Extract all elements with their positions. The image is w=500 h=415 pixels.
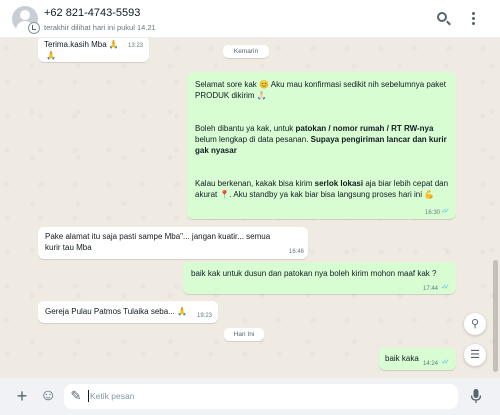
menu-dot — [472, 22, 475, 25]
message-list[interactable]: Terima.kasih Mba 🙏 13:23 🙏 Kemarin Selam… — [0, 38, 500, 378]
day-separator: Hari Ini — [224, 328, 264, 341]
message-input-placeholder[interactable]: Ketik pesan — [90, 391, 134, 401]
message-time: 14:24 — [423, 361, 439, 367]
text-caret — [88, 390, 89, 402]
read-ticks-icon: ✓✓ — [441, 208, 450, 215]
message-paragraph: Kalau berkenan, kakak bisa kirim serlok … — [195, 178, 451, 200]
mic-icon[interactable] — [468, 388, 484, 404]
menu-dot — [472, 17, 475, 20]
status-badge-icon — [28, 22, 40, 34]
message-time: 19:23 — [197, 313, 213, 319]
composer-bar: + ☺ ✎ Ketik pesan — [0, 378, 500, 415]
message-text: Gereja Pulau Patmos Tulaika seba... 🙏 — [45, 307, 188, 316]
last-seen-status: terakhir dilihat hari ini pukul 14.21 — [44, 23, 156, 32]
menu-dot — [472, 12, 475, 15]
message-time: 16:30 — [425, 210, 441, 216]
contact-name[interactable]: +62 821-4743-5593 — [44, 7, 140, 19]
message-text: baik kak untuk dusun dan patokan nya bol… — [191, 269, 437, 278]
message-incoming[interactable]: Gereja Pulau Patmos Tulaika seba... 🙏 19… — [38, 301, 218, 323]
message-text: Pake alamat itu saja pasti sampe Mba"...… — [45, 232, 271, 252]
scrollbar[interactable] — [493, 260, 498, 372]
message-paragraph: Selamat sore kak 😊 Aku mau konfirmasi se… — [195, 80, 446, 100]
pray-emoji: 🙏 — [46, 51, 56, 60]
sticker-icon[interactable]: ✎ — [68, 388, 84, 404]
menu-icon[interactable] — [466, 11, 482, 27]
search-handle — [446, 20, 451, 26]
message-text: belum lengkap di data pesanan. — [195, 135, 311, 144]
message-bold-text: patokan / nomor rumah / RT RW-nya — [295, 124, 434, 133]
message-bold-text: serlok lokasi — [314, 179, 364, 188]
message-incoming[interactable]: Terima.kasih Mba 🙏 13:23 🙏 — [38, 38, 149, 62]
day-separator: Kemarin — [223, 45, 269, 58]
message-time: 16:46 — [289, 249, 305, 255]
avatar-head — [20, 10, 30, 20]
message-outgoing[interactable]: baik kaka 14:24 ✓✓ — [379, 348, 456, 370]
plus-icon[interactable]: + — [14, 387, 30, 405]
message-outgoing[interactable]: baik kak untuk dusun dan patokan nya bol… — [183, 262, 456, 294]
read-ticks-icon: ✓✓ — [441, 284, 450, 291]
chat-header[interactable]: +62 821-4743-5593 terakhir dilihat hari … — [0, 0, 500, 38]
message-paragraph: Boleh dibantu ya kak, untuk patokan / no… — [195, 123, 451, 156]
message-text: Kalau berkenan, kakak bisa kirim — [195, 179, 315, 188]
scroll-to-bottom-icon[interactable]: ☰ — [464, 344, 486, 366]
message-text: Boleh dibantu ya kak, untuk — [195, 124, 296, 133]
read-ticks-icon: ✓✓ — [441, 359, 450, 366]
message-time: 17:44 — [423, 286, 439, 292]
message-text: Terima.kasih Mba 🙏 — [44, 40, 119, 49]
emoji-icon[interactable]: ☺ — [40, 388, 56, 404]
message-incoming[interactable]: Pake alamat itu saja pasti sampe Mba"...… — [38, 227, 308, 259]
message-text: baik kaka — [385, 354, 419, 363]
message-outgoing[interactable]: Selamat sore kak 😊 Aku mau konfirmasi se… — [187, 72, 456, 219]
search-icon[interactable] — [436, 11, 452, 27]
pin-icon[interactable]: ⚲ — [464, 313, 486, 335]
message-time: 13:23 — [128, 43, 144, 49]
